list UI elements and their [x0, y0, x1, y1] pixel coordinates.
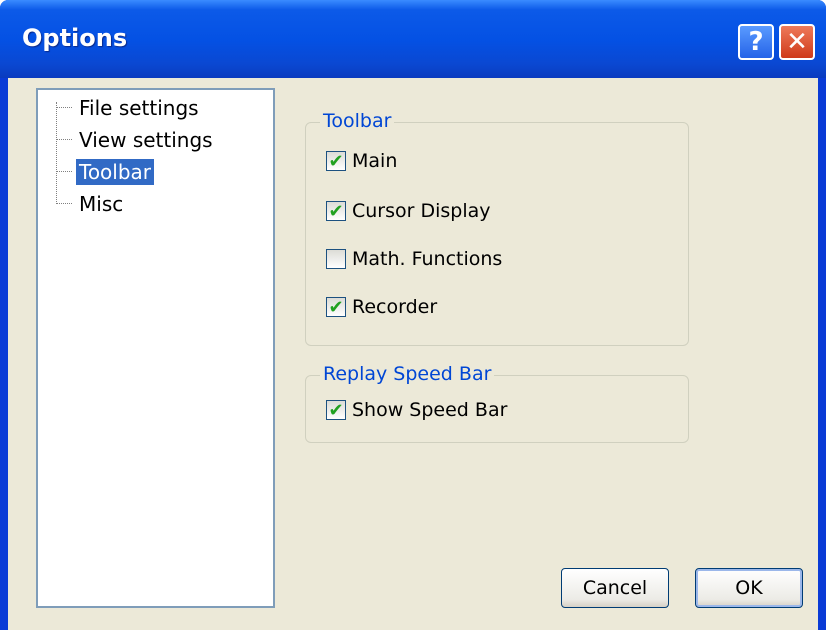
close-icon: ✕: [786, 27, 808, 57]
settings-tree[interactable]: File settings View settings Toolbar Misc: [36, 88, 275, 608]
checkbox-box[interactable]: [326, 249, 346, 269]
dialog-client-area: File settings View settings Toolbar Misc…: [8, 78, 818, 630]
replay-speed-bar-group-title: Replay Speed Bar: [320, 363, 495, 385]
tree-branch-line: [56, 139, 72, 141]
checkmark-icon: ✔: [328, 200, 344, 222]
tree-item-file-settings[interactable]: File settings: [56, 93, 202, 123]
tree-branch-line: [56, 203, 72, 205]
tree-item-view-settings[interactable]: View settings: [56, 125, 216, 155]
tree-branch-line: [56, 171, 72, 173]
checkbox-label: Main: [352, 150, 398, 172]
checkbox-box[interactable]: ✔: [326, 200, 346, 222]
checkmark-icon: ✔: [328, 296, 344, 318]
checkbox-math-functions[interactable]: Math. Functions: [326, 245, 502, 273]
checkbox-cursor-display[interactable]: ✔ Cursor Display: [326, 197, 491, 225]
tree-item-label: Toolbar: [74, 158, 156, 186]
title-bar[interactable]: Options ? ✕: [0, 0, 826, 78]
cancel-button[interactable]: Cancel: [561, 568, 669, 608]
window-title: Options: [22, 24, 128, 52]
checkbox-main[interactable]: ✔ Main: [326, 147, 397, 175]
tree-item-label: Misc: [79, 192, 124, 216]
ok-button[interactable]: OK: [695, 568, 803, 608]
checkbox-box[interactable]: ✔: [326, 150, 346, 172]
checkmark-icon: ✔: [328, 150, 344, 172]
help-button[interactable]: ?: [738, 24, 774, 60]
checkbox-label: Cursor Display: [352, 200, 491, 222]
toolbar-group: Toolbar ✔ Main ✔ Cursor Display Math. Fu…: [305, 110, 689, 346]
tree-item-misc[interactable]: Misc: [56, 189, 126, 219]
checkbox-label: Recorder: [352, 296, 438, 318]
checkbox-show-speed-bar[interactable]: ✔ Show Speed Bar: [326, 396, 507, 424]
replay-speed-bar-group: Replay Speed Bar ✔ Show Speed Bar: [305, 363, 689, 443]
checkbox-box[interactable]: ✔: [326, 399, 346, 421]
close-button[interactable]: ✕: [779, 24, 815, 60]
checkbox-label: Show Speed Bar: [352, 399, 508, 421]
tree-item-label: View settings: [79, 128, 213, 152]
tree-branch-line: [56, 107, 72, 109]
checkbox-label: Math. Functions: [352, 248, 503, 270]
checkbox-recorder[interactable]: ✔ Recorder: [326, 293, 437, 321]
options-dialog: Options ? ✕ File settings View settings …: [0, 0, 826, 630]
tree-item-toolbar[interactable]: Toolbar: [56, 157, 156, 187]
checkmark-icon: ✔: [328, 399, 344, 421]
toolbar-group-title: Toolbar: [320, 110, 395, 132]
question-mark-icon: ?: [748, 27, 764, 57]
checkbox-box[interactable]: ✔: [326, 296, 346, 318]
tree-item-label: File settings: [79, 96, 199, 120]
